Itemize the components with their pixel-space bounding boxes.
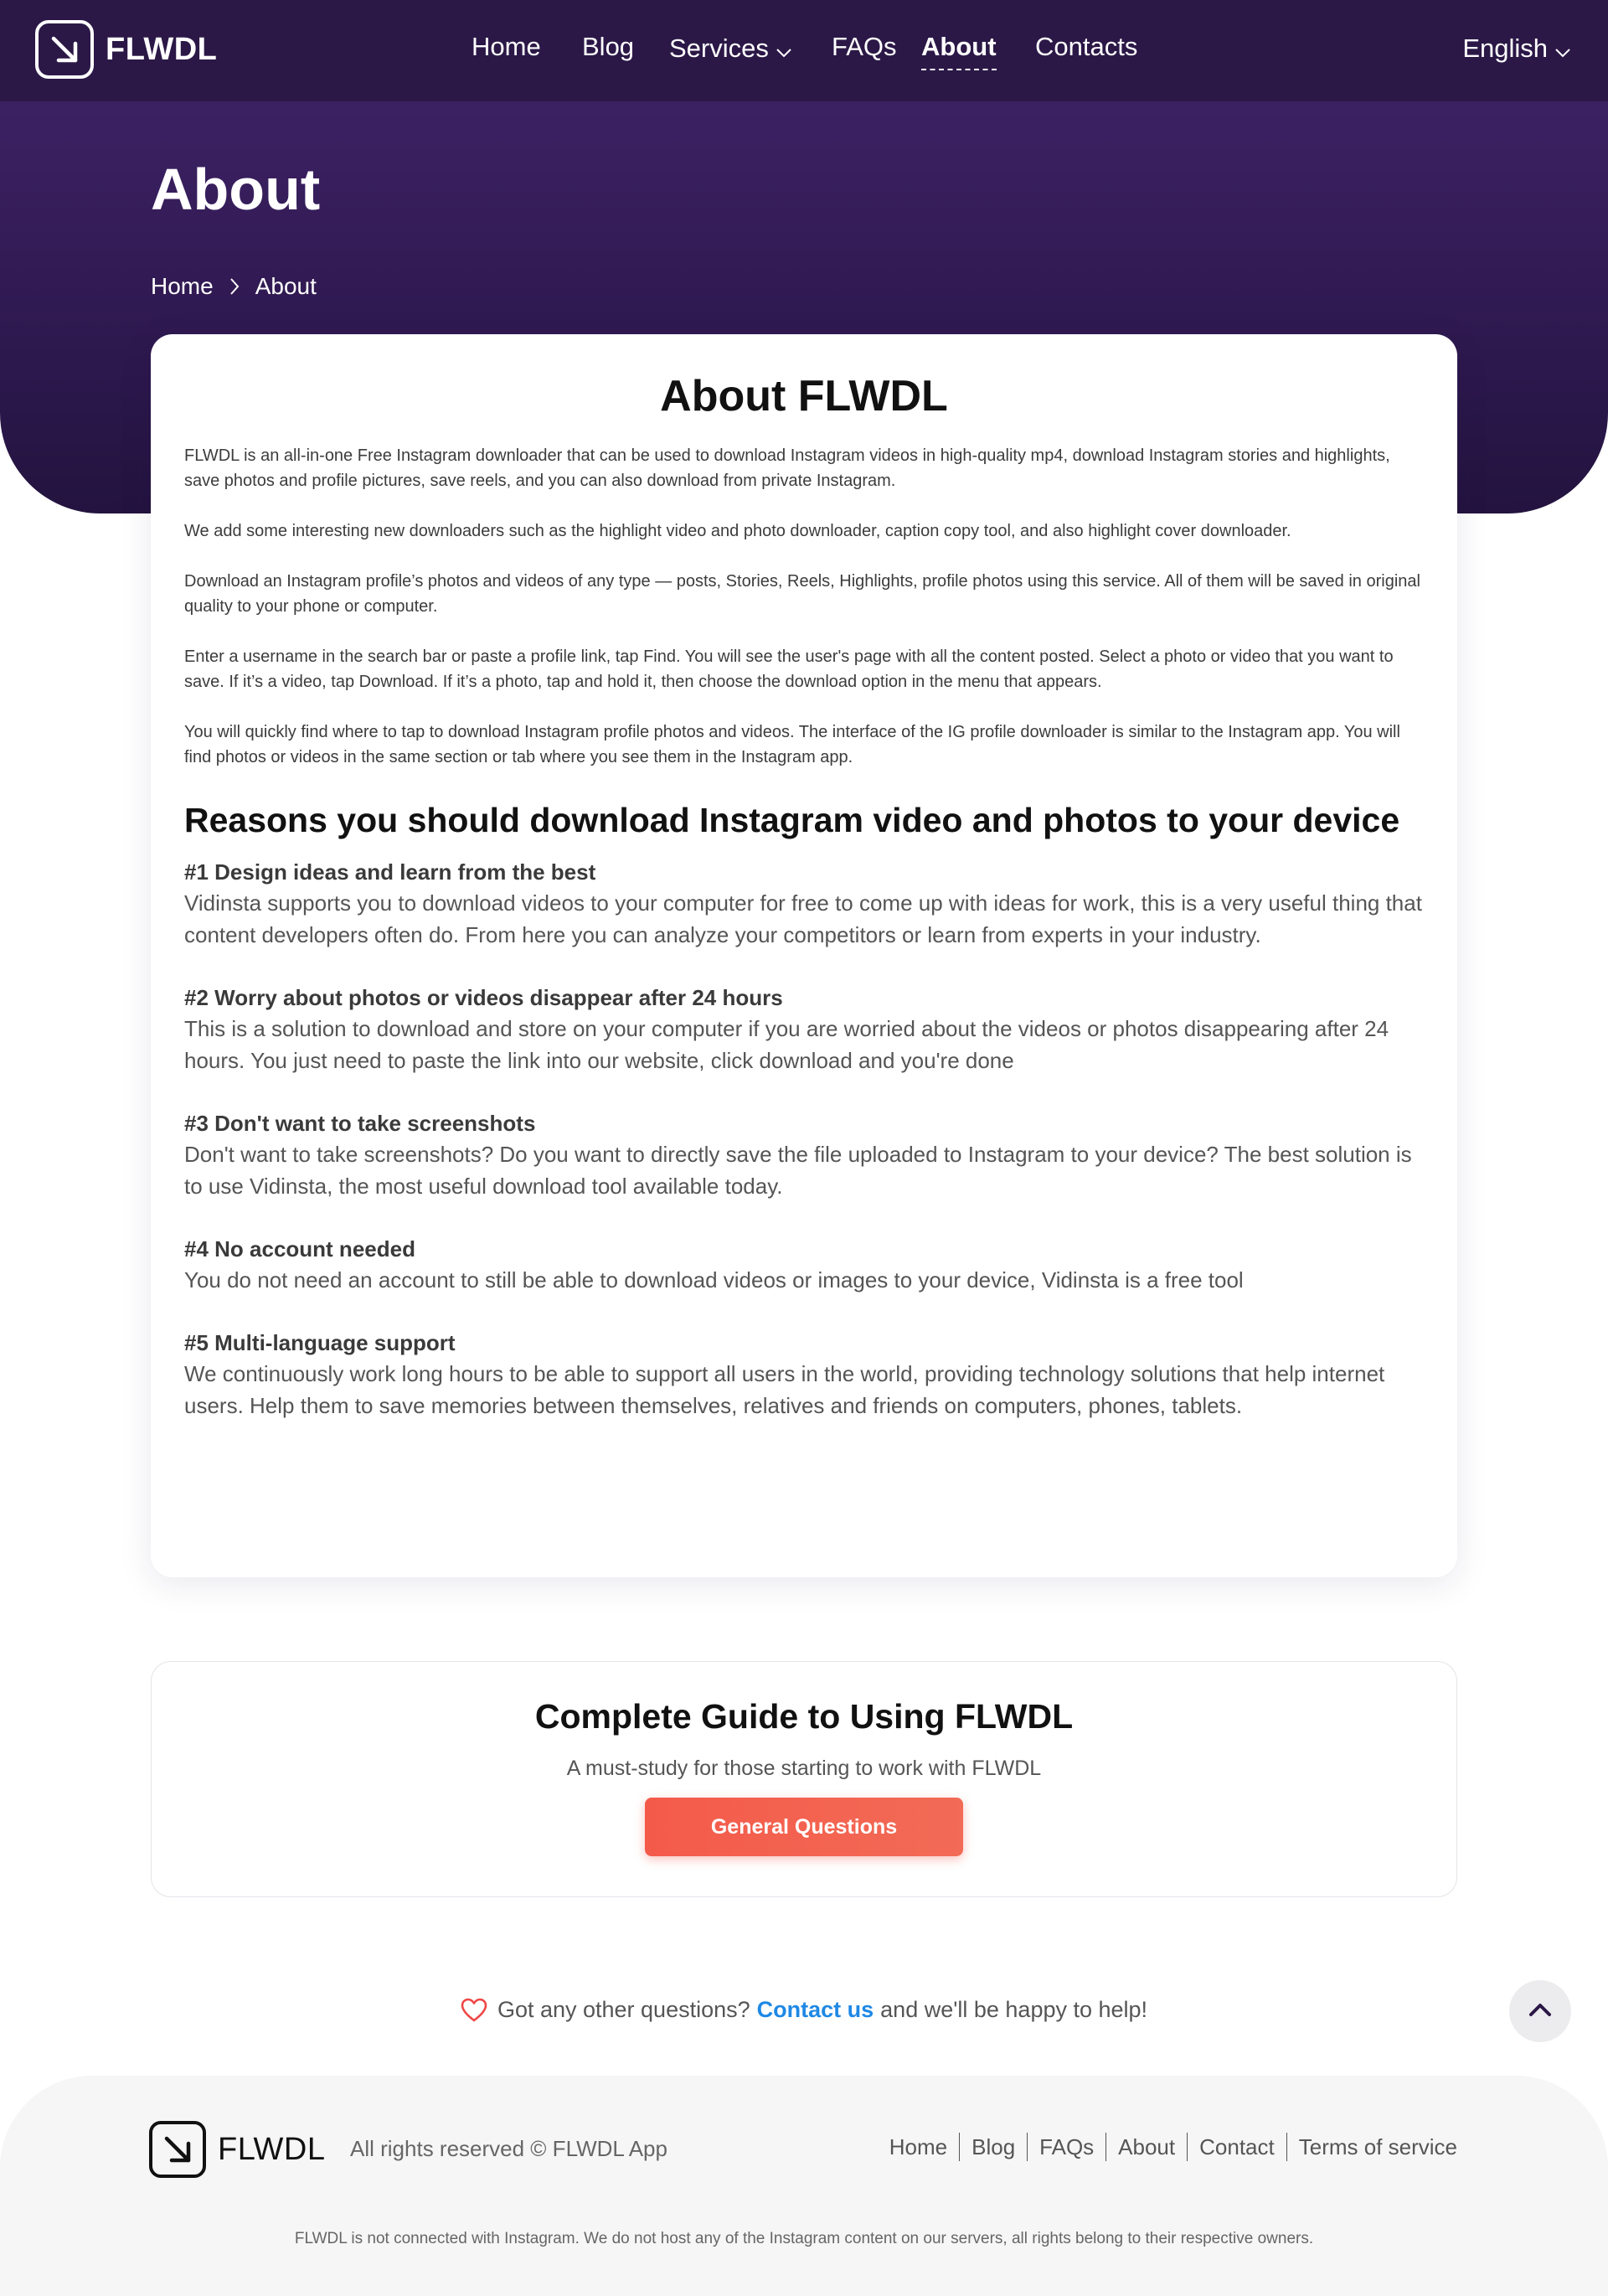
chevron-down-icon bbox=[776, 35, 792, 65]
scroll-to-top-button[interactable] bbox=[1509, 1980, 1571, 2042]
about-paragraph: Enter a username in the search bar or pa… bbox=[184, 648, 1394, 691]
nav-home[interactable]: Home bbox=[472, 32, 541, 62]
questions-suffix: and we'll be happy to help! bbox=[880, 1997, 1148, 2022]
reason-text: We continuously work long hours to be ab… bbox=[184, 1361, 1385, 1418]
guide-box: Complete Guide to Using FLWDL A must-stu… bbox=[151, 1661, 1457, 1897]
chevron-down-icon bbox=[1554, 35, 1571, 65]
logo-arrow-icon bbox=[149, 2121, 206, 2178]
footer-link-home[interactable]: Home bbox=[878, 2133, 959, 2161]
breadcrumb-home[interactable]: Home bbox=[151, 273, 214, 300]
reason-title: #4 No account needed bbox=[184, 1236, 415, 1262]
nav-services-label: Services bbox=[669, 34, 769, 63]
footer-logo[interactable]: FLWDL bbox=[149, 2121, 325, 2178]
footer-link-contact[interactable]: Contact bbox=[1187, 2133, 1286, 2161]
about-paragraph: Download an Instagram profile’s photos a… bbox=[184, 572, 1420, 616]
guide-subtitle: A must-study for those starting to work … bbox=[566, 1757, 1042, 1780]
reason-item: #1 Design ideas and learn from the best … bbox=[184, 857, 1424, 951]
chevron-right-icon bbox=[229, 277, 240, 296]
footer-link-faqs[interactable]: FAQs bbox=[1027, 2133, 1106, 2161]
nav-about[interactable]: About bbox=[921, 32, 997, 70]
reason-text: This is a solution to download and store… bbox=[184, 1016, 1389, 1073]
breadcrumb-current: About bbox=[255, 273, 317, 299]
page-title: About bbox=[151, 157, 321, 222]
chevron-up-icon bbox=[1528, 2001, 1553, 2022]
reason-item: #3 Don't want to take screenshots Don't … bbox=[184, 1108, 1424, 1202]
about-paragraph: You will quickly find where to tap to do… bbox=[184, 723, 1400, 766]
questions-prefix: Got any other questions? bbox=[497, 1997, 750, 2022]
breadcrumb: Home About bbox=[151, 273, 317, 300]
about-card: About FLWDL FLWDL is an all-in-one Free … bbox=[151, 334, 1457, 1577]
footer-disclaimer: FLWDL is not connected with Instagram. W… bbox=[294, 2230, 1314, 2247]
reason-item: #2 Worry about photos or videos disappea… bbox=[184, 983, 1424, 1076]
footer-links: Home Blog FAQs About Contact Terms of se… bbox=[878, 2133, 1457, 2161]
top-navbar: FLWDL Home Blog Services FAQs About Cont… bbox=[0, 0, 1608, 101]
about-paragraph: FLWDL is an all-in-one Free Instagram do… bbox=[184, 446, 1390, 490]
about-heading: About FLWDL bbox=[660, 372, 948, 421]
nav-contacts[interactable]: Contacts bbox=[1035, 32, 1137, 62]
reason-title: #2 Worry about photos or videos disappea… bbox=[184, 985, 783, 1010]
general-questions-button[interactable]: General Questions bbox=[645, 1798, 963, 1856]
questions-line: Got any other questions? Contact us and … bbox=[0, 1997, 1608, 2023]
main-nav: Home Blog Services FAQs About Contacts bbox=[0, 32, 1608, 74]
about-paragraph: We add some interesting new downloaders … bbox=[184, 522, 1291, 540]
reason-text: Don't want to take screenshots? Do you w… bbox=[184, 1142, 1412, 1199]
footer-rights: All rights reserved © FLWDL App bbox=[350, 2136, 667, 2161]
reason-title: #5 Multi-language support bbox=[184, 1330, 456, 1355]
nav-faqs[interactable]: FAQs bbox=[832, 32, 897, 62]
reasons-heading: Reasons you should download Instagram vi… bbox=[184, 801, 1400, 839]
reason-item: #5 Multi-language support We continuousl… bbox=[184, 1328, 1424, 1421]
reason-title: #1 Design ideas and learn from the best bbox=[184, 859, 596, 885]
footer-link-about[interactable]: About bbox=[1106, 2133, 1187, 2161]
contact-us-link[interactable]: Contact us bbox=[757, 1997, 874, 2023]
reason-text: You do not need an account to still be a… bbox=[184, 1267, 1244, 1292]
language-selector[interactable]: English bbox=[1462, 32, 1571, 65]
reason-item: #4 No account needed You do not need an … bbox=[184, 1234, 1424, 1296]
footer-link-blog[interactable]: Blog bbox=[959, 2133, 1027, 2161]
nav-services[interactable]: Services bbox=[669, 32, 792, 65]
guide-heading: Complete Guide to Using FLWDL bbox=[534, 1697, 1074, 1736]
language-label: English bbox=[1462, 34, 1548, 63]
heart-icon bbox=[461, 1998, 487, 2023]
footer-link-terms[interactable]: Terms of service bbox=[1286, 2133, 1457, 2161]
footer-brand-name: FLWDL bbox=[218, 2131, 326, 2167]
footer: FLWDL All rights reserved © FLWDL App Ho… bbox=[0, 2076, 1608, 2296]
reason-title: #3 Don't want to take screenshots bbox=[184, 1111, 536, 1136]
reason-text: Vidinsta supports you to download videos… bbox=[184, 890, 1422, 947]
nav-blog[interactable]: Blog bbox=[582, 32, 634, 62]
